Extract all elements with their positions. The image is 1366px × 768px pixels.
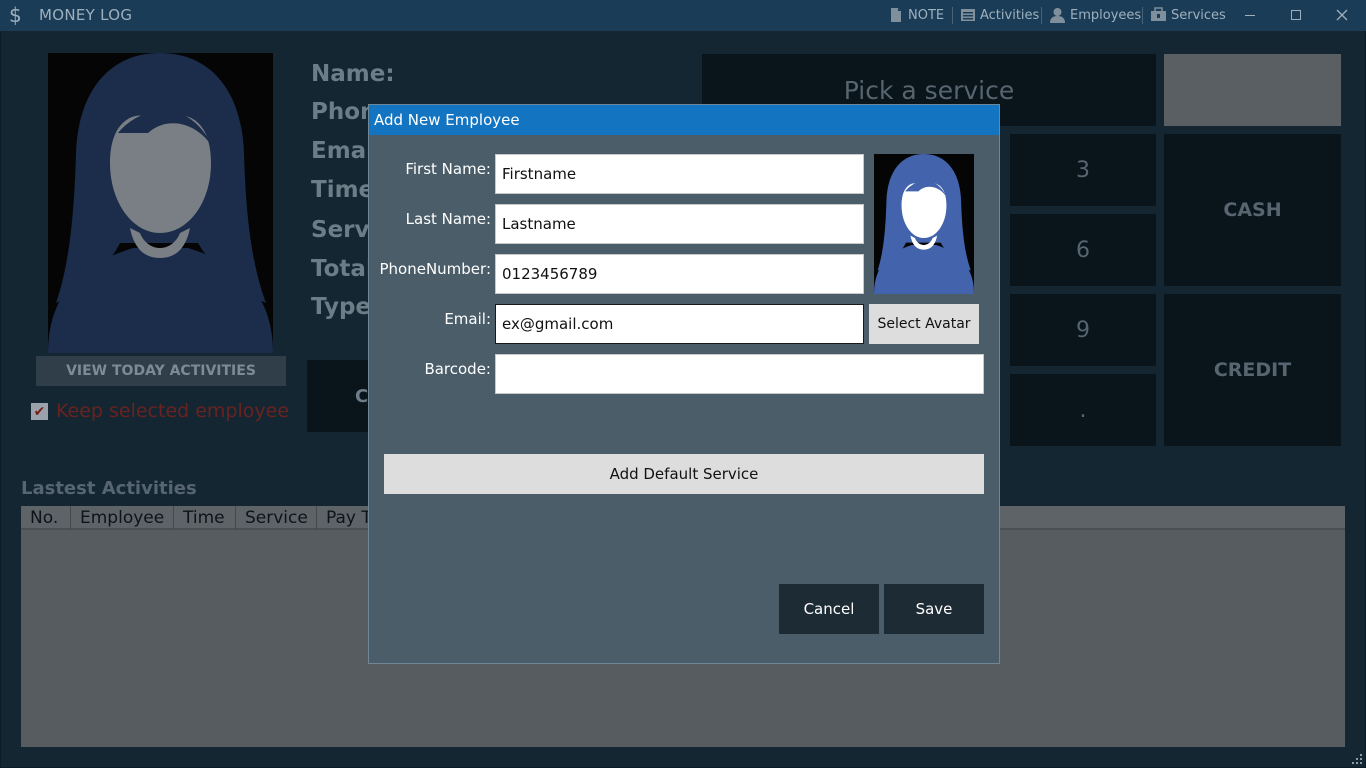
activities-menu-item[interactable]: Activities (960, 7, 1039, 23)
barcode-input[interactable] (495, 354, 984, 394)
add-default-service-button[interactable]: Add Default Service (384, 454, 984, 494)
keep-selected-label: Keep selected employee (56, 400, 290, 422)
services-icon (1151, 7, 1166, 21)
info-name-label: Name: (311, 61, 395, 87)
add-employee-dialog: Add New Employee First Name: Last Name: … (368, 104, 1000, 664)
phone-number-label: PhoneNumber: (379, 260, 491, 278)
first-name-label: First Name: (405, 160, 491, 178)
maximize-icon (1291, 10, 1301, 20)
select-avatar-button[interactable]: Select Avatar (869, 304, 979, 344)
credit-button[interactable]: CREDIT (1164, 294, 1341, 446)
last-name-label: Last Name: (405, 210, 491, 228)
phone-number-input[interactable] (495, 254, 864, 294)
app-title: MONEY LOG (39, 6, 133, 24)
minimize-icon (1245, 15, 1255, 16)
num-key-9[interactable]: 9 (1010, 294, 1156, 366)
info-phone-label: Phon (311, 99, 377, 125)
first-name-input[interactable] (495, 154, 864, 194)
info-time-label: Time (311, 177, 375, 203)
list-icon (961, 9, 975, 21)
barcode-label: Barcode: (424, 360, 491, 378)
col-no[interactable]: No. (21, 506, 71, 530)
save-button[interactable]: Save (884, 584, 984, 634)
info-total-label: Total (311, 256, 374, 282)
latest-activities-title: Lastest Activities (21, 478, 197, 499)
close-icon (1336, 9, 1348, 21)
minimize-button[interactable] (1235, 3, 1265, 27)
num-key-dot[interactable]: . (1010, 374, 1156, 446)
col-employee[interactable]: Employee (71, 506, 174, 530)
note-label: NOTE (908, 7, 945, 23)
menu-divider (1142, 7, 1143, 24)
keep-selected-checkbox[interactable]: ✔ (31, 403, 48, 420)
col-service[interactable]: Service (236, 506, 317, 530)
employees-menu-item[interactable]: Employees (1049, 7, 1141, 23)
note-icon (891, 8, 901, 22)
col-time[interactable]: Time (174, 506, 236, 530)
num-key-3[interactable]: 3 (1010, 134, 1156, 206)
clear-button[interactable]: C (307, 360, 377, 432)
cash-button[interactable]: CASH (1164, 134, 1341, 286)
info-type-label: Type (311, 294, 372, 320)
dialog-title: Add New Employee (369, 105, 999, 135)
employees-label: Employees (1070, 7, 1142, 23)
employee-avatar (48, 53, 273, 353)
menu-divider (1041, 7, 1042, 24)
last-name-input[interactable] (495, 204, 864, 244)
view-today-activities-button[interactable]: VIEW TODAY ACTIVITIES (36, 356, 286, 386)
services-menu-item[interactable]: Services (1150, 7, 1226, 23)
info-email-label: Emai (311, 138, 375, 164)
resize-grip-icon[interactable] (1351, 753, 1363, 765)
note-menu-item[interactable]: NOTE (888, 7, 944, 23)
title-bar: $ MONEY LOG NOTE Activities Employees Se… (0, 0, 1366, 31)
female-avatar-icon (874, 154, 974, 294)
amount-display (1164, 54, 1341, 126)
maximize-button[interactable] (1281, 3, 1311, 27)
email-input[interactable] (495, 304, 864, 344)
email-label: Email: (444, 310, 491, 328)
menu-divider (952, 7, 953, 24)
num-key-6[interactable]: 6 (1010, 214, 1156, 286)
cancel-button[interactable]: Cancel (779, 584, 879, 634)
selected-avatar-preview (874, 154, 974, 294)
female-avatar-icon (48, 53, 273, 353)
services-label: Services (1171, 7, 1226, 23)
person-icon (1050, 8, 1065, 23)
activities-label: Activities (980, 7, 1040, 23)
close-button[interactable] (1327, 3, 1357, 27)
dollar-icon: $ (9, 3, 22, 27)
